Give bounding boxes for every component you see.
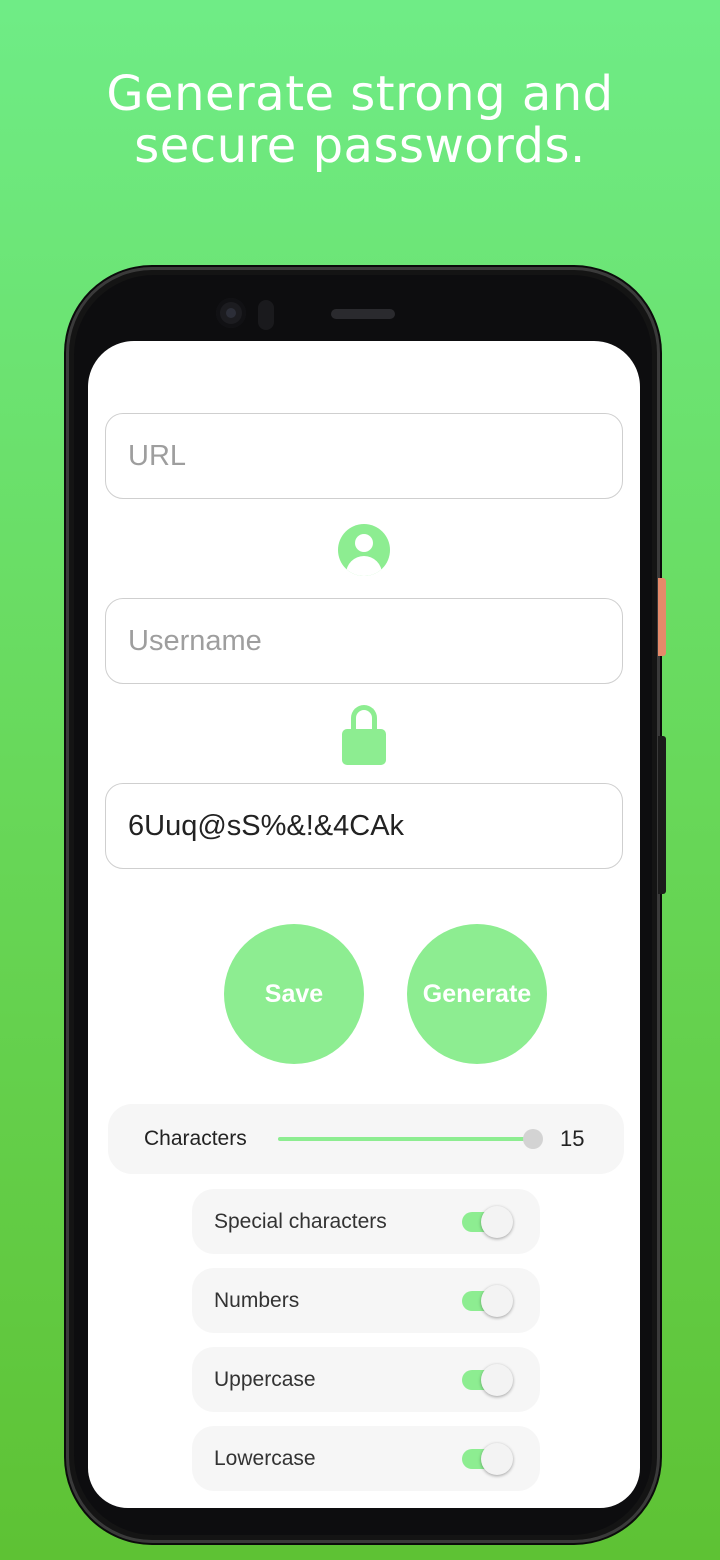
option-label: Uppercase xyxy=(214,1367,316,1391)
length-slider-track[interactable] xyxy=(278,1137,534,1141)
url-placeholder: URL xyxy=(128,439,187,472)
toggle-knob xyxy=(481,1285,513,1317)
username-placeholder: Username xyxy=(128,624,262,657)
length-value: 15 xyxy=(560,1126,585,1151)
power-button xyxy=(658,578,666,656)
marketing-headline: Generate strong and secure passwords. xyxy=(0,68,720,172)
front-camera xyxy=(216,298,246,328)
lowercase-toggle[interactable] xyxy=(460,1442,514,1476)
toggle-knob xyxy=(481,1206,513,1238)
generate-button-label: Generate xyxy=(422,979,532,1008)
special-characters-toggle[interactable] xyxy=(460,1205,514,1239)
password-field[interactable]: 6Uuq@sS%&!&4CAk xyxy=(105,783,623,869)
account-circle-icon xyxy=(338,524,390,576)
lock-icon-body xyxy=(342,729,386,765)
account-icon-body xyxy=(346,556,382,576)
option-label: Lowercase xyxy=(214,1446,316,1470)
save-button[interactable]: Save xyxy=(224,924,364,1064)
account-icon-head xyxy=(355,534,373,552)
lock-icon xyxy=(342,705,386,765)
length-label: Characters xyxy=(144,1127,247,1150)
volume-button xyxy=(658,736,666,894)
length-slider-thumb[interactable] xyxy=(523,1129,543,1149)
earpiece-speaker xyxy=(331,309,395,319)
toggle-knob xyxy=(481,1443,513,1475)
headline-line-2: secure passwords. xyxy=(134,118,586,174)
length-setting-card: Characters 15 xyxy=(108,1104,624,1174)
option-row-special-characters: Special characters xyxy=(192,1189,540,1254)
app-screen: URL Username 6Uuq@sS%&!&4CAk Save Genera… xyxy=(88,341,640,1508)
option-row-uppercase: Uppercase xyxy=(192,1347,540,1412)
password-value: 6Uuq@sS%&!&4CAk xyxy=(128,809,405,842)
toggle-knob xyxy=(481,1364,513,1396)
url-input[interactable]: URL xyxy=(105,413,623,499)
option-label: Special characters xyxy=(214,1209,387,1233)
option-row-numbers: Numbers xyxy=(192,1268,540,1333)
username-input[interactable]: Username xyxy=(105,598,623,684)
uppercase-toggle[interactable] xyxy=(460,1363,514,1397)
option-row-lowercase: Lowercase xyxy=(192,1426,540,1491)
option-label: Numbers xyxy=(214,1288,300,1312)
generate-button[interactable]: Generate xyxy=(407,924,547,1064)
headline-line-1: Generate strong and xyxy=(106,66,614,122)
numbers-toggle[interactable] xyxy=(460,1284,514,1318)
proximity-sensor xyxy=(258,300,274,330)
save-button-label: Save xyxy=(264,979,324,1008)
